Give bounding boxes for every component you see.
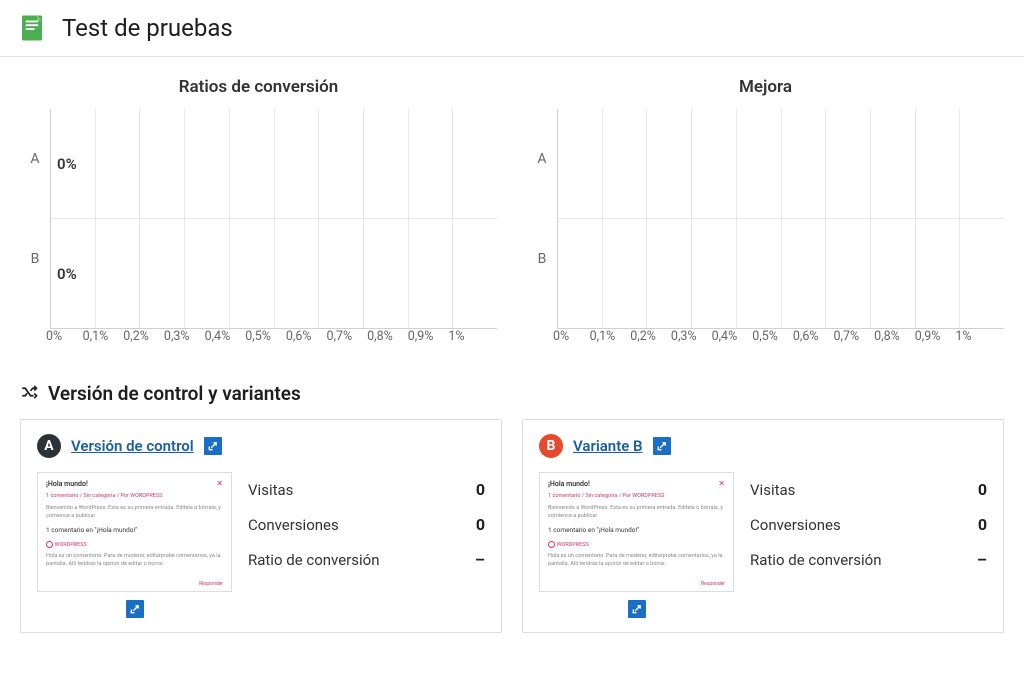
variant-badge: B: [539, 434, 563, 458]
y-axis-label: B: [31, 251, 40, 267]
external-link-icon[interactable]: [204, 437, 222, 455]
stat-label: Conversiones: [248, 516, 339, 534]
close-icon: ✕: [718, 479, 725, 488]
stat-row: Visitas 0: [750, 472, 987, 507]
x-axis-tick: 0,4%: [712, 329, 753, 344]
section-header: Versión de control y variantes: [0, 354, 1024, 419]
stat-value: 0: [978, 480, 987, 499]
stat-value: –: [977, 550, 987, 569]
page-header: Test de pruebas: [0, 0, 1024, 57]
x-axis-tick: 0,9%: [408, 329, 449, 344]
y-axis-label: B: [538, 251, 547, 267]
x-axis-tick: 0,7%: [833, 329, 874, 344]
x-axis-tick: 0,8%: [874, 329, 915, 344]
x-axis-tick: 0,2%: [123, 329, 164, 344]
x-axis-tick: 0,1%: [590, 329, 631, 344]
stat-value: –: [475, 550, 485, 569]
stat-row: Conversiones 0: [750, 507, 987, 542]
x-axis-tick: 0,6%: [793, 329, 834, 344]
x-axis-tick: 0,5%: [245, 329, 286, 344]
stat-row: Ratio de conversión –: [248, 542, 485, 577]
variant-title-link[interactable]: Versión de control: [71, 437, 194, 455]
x-axis-tick: 1%: [448, 329, 489, 344]
document-icon: [16, 12, 48, 44]
x-axis-tick: 0%: [553, 329, 594, 344]
chart-title: Ratios de conversión: [20, 77, 497, 97]
x-axis-tick: 0,2%: [630, 329, 671, 344]
variant-badge: A: [37, 434, 61, 458]
variant-thumbnail[interactable]: ✕¡Hola mundo!1 comentario / Sin categorí…: [539, 472, 734, 592]
x-axis-tick: 0,8%: [367, 329, 408, 344]
stat-label: Ratio de conversión: [750, 551, 882, 569]
conversion-ratio-chart: Ratios de conversiónAB0%0%0%0,1%0,2%0,3%…: [20, 77, 497, 344]
x-axis-tick: 0,3%: [671, 329, 712, 344]
external-link-icon[interactable]: [628, 600, 646, 618]
x-axis-tick: 0,3%: [164, 329, 205, 344]
x-axis-tick: 0,5%: [752, 329, 793, 344]
section-title: Versión de control y variantes: [48, 382, 301, 405]
stat-value: 0: [978, 515, 987, 534]
x-axis-tick: 0,1%: [83, 329, 124, 344]
chart-row: 0%: [51, 218, 497, 328]
variant-b-card: B Variante B ✕¡Hola mundo!1 comentario / …: [522, 419, 1004, 633]
bar-value-label: 0%: [57, 155, 77, 173]
control-variant-card: A Versión de control ✕¡Hola mundo!1 comen…: [20, 419, 502, 633]
x-axis-tick: 0,7%: [326, 329, 367, 344]
stat-value: 0: [476, 515, 485, 534]
x-axis-tick: 0,6%: [286, 329, 327, 344]
x-axis-tick: 1%: [955, 329, 996, 344]
y-axis-label: A: [30, 151, 39, 167]
stat-row: Conversiones 0: [248, 507, 485, 542]
charts-container: Ratios de conversiónAB0%0%0%0,1%0,2%0,3%…: [0, 57, 1024, 354]
stat-label: Visitas: [248, 481, 293, 499]
variant-thumbnail[interactable]: ✕¡Hola mundo!1 comentario / Sin categorí…: [37, 472, 232, 592]
page-title: Test de pruebas: [62, 14, 233, 42]
stat-row: Visitas 0: [248, 472, 485, 507]
chart-row: 0%: [51, 109, 497, 218]
improvement-chart: MejoraAB0%0,1%0,2%0,3%0,4%0,5%0,6%0,7%0,…: [527, 77, 1004, 344]
variants-container: A Versión de control ✕¡Hola mundo!1 comen…: [0, 419, 1024, 653]
bar-value-label: 0%: [57, 265, 77, 283]
chart-row: [558, 109, 1004, 218]
stat-label: Conversiones: [750, 516, 841, 534]
variant-header: B Variante B: [539, 434, 987, 458]
external-link-icon[interactable]: [126, 600, 144, 618]
stat-label: Ratio de conversión: [248, 551, 380, 569]
stat-value: 0: [476, 480, 485, 499]
variant-header: A Versión de control: [37, 434, 485, 458]
x-axis-tick: 0%: [46, 329, 87, 344]
shuffle-icon: [20, 383, 38, 405]
close-icon: ✕: [216, 479, 223, 488]
x-axis-tick: 0,9%: [915, 329, 956, 344]
external-link-icon[interactable]: [653, 437, 671, 455]
chart-row: [558, 218, 1004, 328]
chart-title: Mejora: [527, 77, 1004, 97]
y-axis-label: A: [537, 151, 546, 167]
stat-label: Visitas: [750, 481, 795, 499]
variant-title-link[interactable]: Variante B: [573, 437, 643, 455]
x-axis-tick: 0,4%: [205, 329, 246, 344]
stat-row: Ratio de conversión –: [750, 542, 987, 577]
